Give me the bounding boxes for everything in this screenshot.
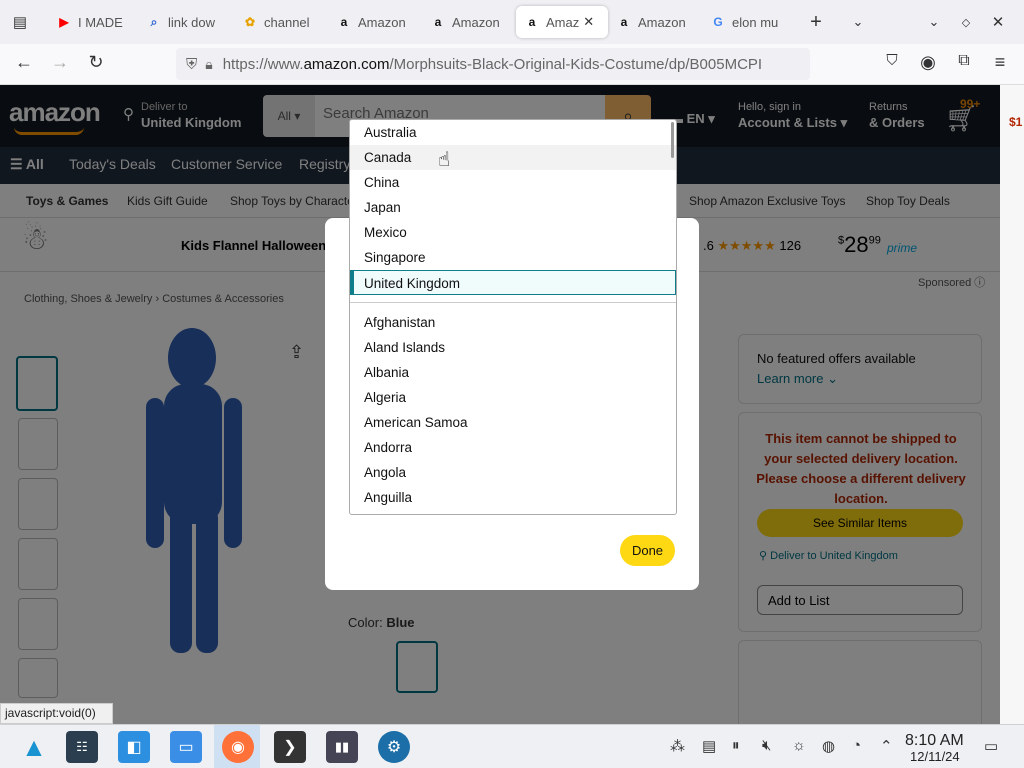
- country-option[interactable]: Canada: [350, 145, 676, 170]
- country-option[interactable]: Anguilla: [350, 485, 676, 510]
- search-icon: ⌕: [150, 14, 158, 29]
- file-manager-icon[interactable]: ▭: [170, 731, 202, 763]
- url-path: /Morphsuits-Black-Original-Kids-Costume/…: [389, 55, 763, 73]
- taskbar: ▲ ☷ ◧ ▭ ◉ ❯ ▮▮ ⚙ ⁂ ▤ ⏸ 🔇︎ ☼ ◍ ◔ ⌃ 8:10 A…: [0, 724, 1024, 768]
- url-prefix: https://www.: [222, 55, 304, 73]
- restore-icon[interactable]: ◇: [952, 16, 980, 29]
- tab-title: Amazon: [358, 14, 406, 30]
- settings-mixer-icon[interactable]: ☷: [66, 731, 98, 763]
- amazon-icon: a: [340, 15, 348, 29]
- divider: [350, 302, 676, 303]
- clock-time[interactable]: 8:10 AM: [905, 732, 964, 750]
- country-dropdown[interactable]: Australia Canada China Japan Mexico Singapore…: [349, 119, 677, 515]
- tab-title: Amazon: [452, 14, 500, 30]
- media-app-icon[interactable]: ▮▮: [326, 731, 358, 763]
- tab-title: channel: [264, 14, 310, 30]
- country-option[interactable]: Albania: [350, 360, 676, 385]
- chevron-up-icon[interactable]: ⌃: [880, 737, 893, 755]
- updates-icon[interactable]: ◔: [852, 737, 861, 754]
- tab-list-icon[interactable]: ▤: [6, 13, 34, 31]
- brightness-icon[interactable]: ☼: [792, 737, 806, 754]
- minimize-icon[interactable]: ⌄: [920, 14, 948, 30]
- account-icon[interactable]: ◉: [914, 52, 942, 73]
- terminal-icon[interactable]: ❯: [274, 731, 306, 763]
- browser-tab[interactable]: ▶ I MADE: [48, 6, 138, 38]
- tab-title: Amazon: [638, 14, 686, 30]
- back-icon[interactable]: ←: [10, 52, 38, 73]
- clipboard-icon[interactable]: ▤: [702, 737, 716, 755]
- status-bar-link: javascript:void(0): [0, 703, 113, 724]
- country-option[interactable]: Angola: [350, 460, 676, 485]
- amazon-icon: a: [620, 15, 628, 29]
- clock-date[interactable]: 12/11/24: [910, 749, 960, 764]
- network-icon[interactable]: ◍: [822, 737, 835, 755]
- browser-tab[interactable]: ⌕ link dow: [138, 6, 234, 38]
- tab-title: Amaz: [546, 14, 580, 30]
- close-tab-icon[interactable]: ✕: [583, 14, 594, 30]
- hand-cursor-icon: ☝︎: [438, 149, 451, 171]
- country-option[interactable]: Aland Islands: [350, 335, 676, 360]
- country-option[interactable]: Japan: [350, 195, 676, 220]
- store-icon[interactable]: ◧: [118, 731, 150, 763]
- pause-icon[interactable]: ⏸: [732, 737, 740, 754]
- network-share-icon[interactable]: ⁂: [670, 737, 685, 755]
- url-bar[interactable]: ⛨ 🔒︎ https://www.amazon.com/Morphsuits-B…: [176, 48, 810, 80]
- youtube-icon: ▶: [59, 15, 69, 29]
- country-option[interactable]: Algeria: [350, 385, 676, 410]
- country-option[interactable]: Australia: [350, 120, 676, 145]
- amazon-icon: a: [434, 15, 442, 29]
- tab-title: elon mu: [732, 14, 779, 30]
- shield-icon: ⛨: [186, 55, 198, 73]
- forward-icon[interactable]: →: [46, 52, 74, 73]
- close-icon[interactable]: ✕: [984, 13, 1012, 31]
- country-option[interactable]: United Kingdom: [350, 270, 676, 295]
- reload-icon[interactable]: ↻: [82, 52, 110, 73]
- browser-tab[interactable]: a Amazon: [422, 6, 516, 38]
- side-price: $1: [1009, 115, 1023, 129]
- arch-logo-icon[interactable]: ▲: [18, 731, 50, 763]
- extensions-icon[interactable]: ⧉: [950, 52, 978, 70]
- show-desktop-icon[interactable]: ▭: [984, 737, 998, 755]
- country-option[interactable]: China: [350, 170, 676, 195]
- done-button[interactable]: Done: [620, 535, 675, 566]
- browser-tab[interactable]: a Amaz ✕: [516, 6, 608, 38]
- menu-icon[interactable]: ≡: [986, 52, 1014, 73]
- browser-tab[interactable]: a Amazon: [328, 6, 422, 38]
- firefox-icon[interactable]: ◉: [222, 731, 254, 763]
- browser-tab[interactable]: Gelon mu: [702, 6, 796, 38]
- country-option[interactable]: American Samoa: [350, 410, 676, 435]
- google-icon: G: [713, 15, 723, 29]
- tab-title: link dow: [168, 14, 215, 30]
- mute-speaker-icon[interactable]: 🔇︎: [762, 737, 771, 754]
- country-option[interactable]: Mexico: [350, 220, 676, 245]
- browser-tab[interactable]: ✿ channel: [234, 6, 328, 38]
- new-tab-icon[interactable]: +: [802, 11, 830, 34]
- browser-tab[interactable]: a Amazon: [608, 6, 702, 38]
- pocket-icon[interactable]: ⛉: [878, 52, 906, 69]
- url-domain: amazon.com: [303, 55, 390, 73]
- chevron-down-icon[interactable]: ⌄: [844, 14, 872, 30]
- country-option[interactable]: Singapore: [350, 245, 676, 270]
- country-option[interactable]: Afghanistan: [350, 310, 676, 335]
- amazon-icon: a: [528, 15, 536, 29]
- photos-icon: ✿: [244, 15, 256, 29]
- tab-title: I MADE: [78, 14, 123, 30]
- steam-icon[interactable]: ⚙: [378, 731, 410, 763]
- lock-icon: 🔒︎: [205, 55, 213, 72]
- dropdown-scrollbar[interactable]: [671, 122, 674, 158]
- country-option[interactable]: Andorra: [350, 435, 676, 460]
- browser-tab-bar: ▤ ▶ I MADE ⌕ link dow ✿ channel a Amazon a Amazon…: [0, 0, 1024, 44]
- side-ad-strip: $1: [1000, 85, 1024, 725]
